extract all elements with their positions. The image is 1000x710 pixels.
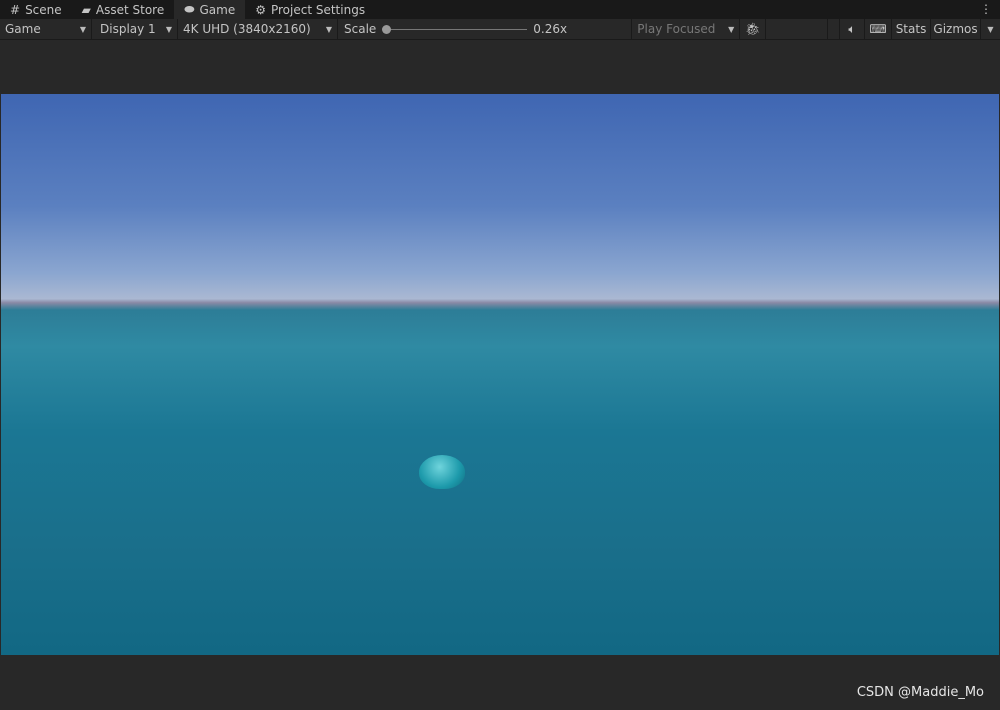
scale-label: Scale	[344, 22, 377, 36]
scale-slider[interactable]	[382, 19, 528, 40]
gear-icon: ⚙	[255, 2, 266, 17]
more-options-icon[interactable]: ⋮	[980, 2, 992, 16]
game-view-render[interactable]	[1, 94, 999, 655]
scale-slider-handle[interactable]	[382, 24, 392, 34]
tab-bar: # Scene ▰ Asset Store ⬬ Game ⚙ Project Setti…	[0, 0, 1000, 19]
grid-icon: #	[10, 2, 21, 17]
debug-bug-button[interactable]: 🐞︎	[740, 18, 767, 40]
gizmos-dropdown[interactable]: ▼	[981, 19, 1000, 40]
tab-scene[interactable]: # Scene	[0, 0, 72, 19]
resolution-dropdown[interactable]: 4K UHD (3840x2160) ▼	[178, 18, 338, 40]
bug-icon: 🐞︎	[745, 22, 761, 36]
tab-game[interactable]: ⬬ Game	[174, 0, 246, 19]
mute-audio-button[interactable]: 🔈︎	[839, 18, 865, 40]
tab-asset-store[interactable]: ▰ Asset Store	[72, 0, 175, 19]
chevron-down-icon: ▼	[325, 24, 332, 34]
game-toolbar: Game ▼ Display 1 ▼ 4K UHD (3840x2160) ▼ Sca…	[0, 18, 1000, 40]
view-mode-dropdown[interactable]: Game ▼	[0, 18, 92, 40]
watermark: CSDN @Maddie_Mo	[856, 685, 984, 700]
display-dropdown[interactable]: Display 1 ▼	[92, 18, 178, 40]
chevron-down-icon: ▼	[987, 24, 994, 34]
keyboard-icon: ⌨	[869, 22, 887, 36]
gamepad-icon: ⬬	[184, 2, 195, 16]
chevron-down-icon: ▼	[728, 24, 735, 34]
floating-sphere	[419, 455, 465, 489]
chevron-down-icon: ▼	[79, 24, 86, 34]
scale-value: 0.26x	[533, 22, 568, 36]
gizmos-button[interactable]: Gizmos	[931, 18, 981, 40]
speaker-icon: 🔈︎	[848, 21, 856, 36]
stats-button[interactable]: Stats	[892, 18, 931, 40]
play-mode-dropdown[interactable]: Play Focused ▼	[631, 18, 741, 40]
shortcuts-button[interactable]: ⌨	[865, 18, 892, 40]
bag-icon: ▰	[81, 2, 91, 17]
chevron-down-icon: ▼	[165, 24, 172, 34]
empty-toolbar-slot	[766, 18, 829, 40]
tab-project-settings[interactable]: ⚙ Project Settings	[245, 0, 375, 19]
